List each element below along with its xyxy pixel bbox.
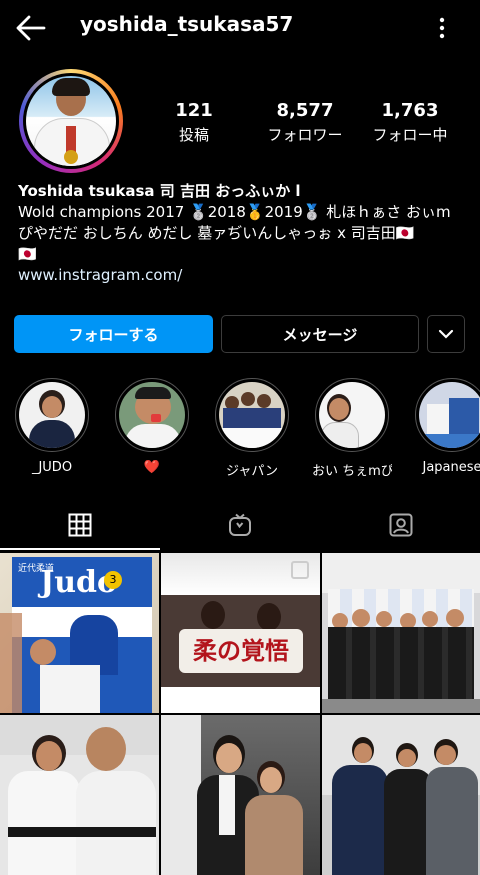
profile-username: yoshida_tsukasa57: [80, 12, 294, 36]
options-menu-button[interactable]: [432, 14, 452, 42]
poster-caption: 柔の覚悟: [193, 636, 289, 665]
chevron-down-icon: [438, 329, 454, 339]
arrow-left-icon: [16, 15, 46, 41]
following-count: 1,763: [381, 100, 439, 121]
top-bar: yoshida_tsukasa57: [0, 0, 480, 56]
profile-full-name: Yoshida tsukasa 司 吉田 おっふぃか l: [18, 182, 301, 200]
bio-line-2: ぴやだだ おしちん めだし 墓ァぢいんしゃっぉ x 司吉田🇯🇵: [18, 224, 415, 242]
followers-label: フォロワー: [267, 126, 343, 144]
post-thumbnail[interactable]: 柔の覚悟: [161, 553, 320, 713]
following-label: フォロー中: [372, 126, 448, 144]
post-thumbnail[interactable]: [0, 715, 159, 875]
tab-tagged[interactable]: [320, 500, 480, 550]
post-thumbnail[interactable]: 近代柔道 Judo 3: [0, 553, 159, 713]
highlight-label: ジャパン: [225, 464, 278, 479]
followers-count: 8,577: [276, 100, 334, 121]
post-thumbnail[interactable]: [161, 715, 320, 875]
stat-following[interactable]: 1,763 フォロー中: [362, 100, 458, 145]
tagged-user-icon: [389, 513, 413, 537]
highlight-japanese[interactable]: Japanese: [412, 378, 480, 475]
tab-igtv[interactable]: [160, 500, 320, 550]
profile-avatar[interactable]: [19, 69, 123, 173]
stat-followers[interactable]: 8,577 フォロワー: [257, 100, 353, 145]
grid-icon: [68, 513, 92, 537]
highlight-label: _JUDO: [31, 460, 73, 475]
follow-button[interactable]: フォローする: [14, 315, 213, 353]
posts-count: 121: [175, 100, 213, 121]
post-thumbnail[interactable]: [322, 715, 480, 875]
message-button[interactable]: メッセージ: [221, 315, 419, 353]
profile-tabs: [0, 500, 480, 550]
highlight-oi[interactable]: おい ちぇmぴ…: [312, 378, 392, 479]
highlight-label: Japanese: [422, 460, 480, 475]
highlight-judo[interactable]: _JUDO: [12, 378, 92, 475]
back-button[interactable]: [14, 13, 48, 43]
bio-line-3: 🇯🇵: [18, 245, 37, 263]
suggested-accounts-button[interactable]: [427, 315, 465, 353]
bio-line-1: Wold champions 2017 🥈2018🥇2019🥈 札ほｈぁさ おぃ…: [18, 203, 451, 221]
highlight-heart[interactable]: ❤️: [112, 378, 192, 475]
igtv-icon: [229, 513, 251, 536]
profile-bio: Yoshida tsukasa 司 吉田 おっふぃか l Wold champi…: [18, 181, 462, 286]
post-thumbnail[interactable]: [322, 553, 480, 713]
highlight-label: おい ちぇmぴ…: [312, 464, 392, 479]
tab-posts-grid[interactable]: [0, 500, 160, 550]
issue-number: 3: [104, 571, 122, 589]
more-vertical-icon: [439, 17, 445, 39]
highlight-label: ❤️: [143, 460, 161, 475]
bio-website-link[interactable]: www.instragram.com/: [18, 265, 462, 286]
stat-posts[interactable]: 121 投稿: [146, 100, 242, 145]
active-tab-indicator: [0, 548, 160, 550]
highlight-japan[interactable]: ジャパン: [212, 378, 292, 479]
posts-label: 投稿: [178, 126, 209, 144]
